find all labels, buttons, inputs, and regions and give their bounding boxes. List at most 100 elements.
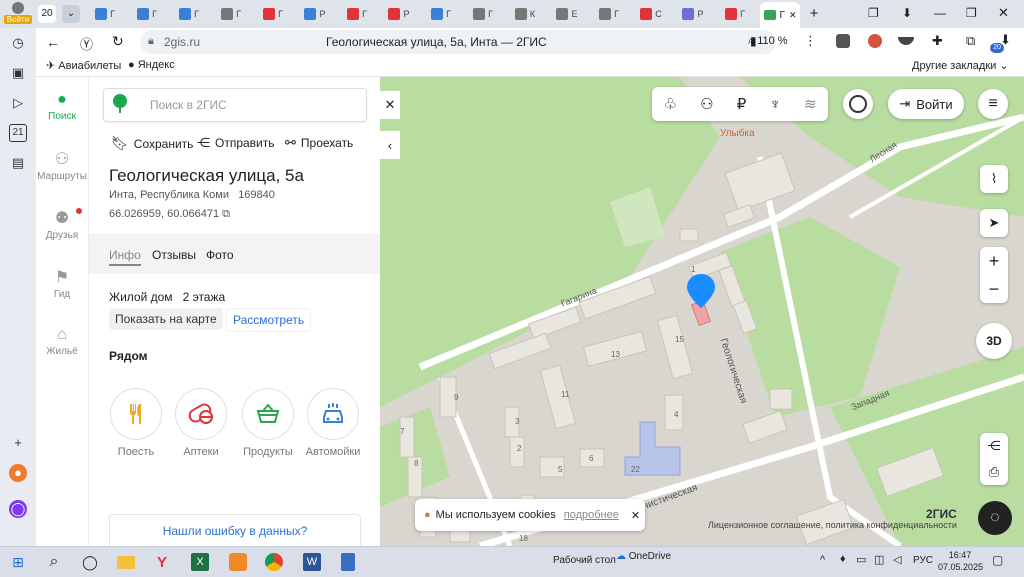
screenshot-icon[interactable]: ⧉ xyxy=(966,33,975,49)
notifications-icon[interactable]: ▢ xyxy=(992,553,1003,567)
save-button[interactable]: 🔖︎ Сохранить xyxy=(111,135,193,152)
word-icon[interactable]: W xyxy=(300,551,324,573)
yandex-y-icon[interactable]: Ⓨ xyxy=(80,34,93,53)
add-panel-icon[interactable]: + xyxy=(9,434,27,452)
browser-tab[interactable]: Г xyxy=(590,4,628,24)
3d-toggle-button[interactable]: 3D xyxy=(976,323,1012,359)
excel-icon[interactable]: X xyxy=(188,551,212,573)
report-error-link[interactable]: Нашли ошибку в данных? xyxy=(109,514,361,547)
chrome-icon[interactable] xyxy=(262,551,286,573)
browser-tab[interactable]: Г xyxy=(170,4,208,24)
cookie-more-link[interactable]: подробнее xyxy=(564,509,619,521)
place-label-ulybka[interactable]: Улыбка xyxy=(720,128,755,139)
collections-icon[interactable]: ❐ xyxy=(868,6,879,20)
nearby-eat[interactable]: Поесть xyxy=(106,388,166,458)
windows-start-icon[interactable]: ⊞ xyxy=(6,551,30,573)
search-input[interactable]: Поиск в 2ГИС xyxy=(103,88,367,122)
people-icon[interactable]: ⚇ xyxy=(700,95,713,113)
print-icon[interactable]: ⎙ xyxy=(989,464,999,480)
volume-icon[interactable]: ◁ xyxy=(893,553,901,566)
restore-button[interactable]: ❐ xyxy=(966,6,977,20)
alice-icon[interactable]: ◯ xyxy=(9,500,27,518)
browser-tab[interactable]: Р xyxy=(296,4,334,24)
apartment-icon[interactable]: ♆ xyxy=(769,96,780,113)
license-link[interactable]: Лицензионное соглашение, политика конфид… xyxy=(708,520,957,530)
my-location-arrow-icon[interactable]: ➤ xyxy=(980,209,1008,237)
tab-list-chevron-icon[interactable]: ⌄ xyxy=(62,5,80,23)
network-icon[interactable]: ◫ xyxy=(874,553,884,566)
browser-tab[interactable]: Г xyxy=(464,4,502,24)
onedrive-item[interactable]: ☁ OneDrive xyxy=(616,551,671,562)
profile-button[interactable]: Войти xyxy=(4,2,32,26)
route-button[interactable]: ⚯ Проехать xyxy=(285,135,353,151)
clock[interactable]: 16:47 07.05.2025 xyxy=(938,549,983,573)
ruble-icon[interactable]: ₽ xyxy=(737,95,747,113)
zoom-out-button[interactable]: − xyxy=(989,279,1000,300)
nearby-carwash[interactable]: Автомойки xyxy=(303,388,363,458)
close-window-button[interactable]: ✕ xyxy=(998,5,1009,21)
ruler-icon[interactable]: ⌇ xyxy=(980,165,1008,193)
rail-item-housing[interactable]: ⌂ Жильё xyxy=(36,326,88,357)
history-icon[interactable]: ◷ xyxy=(9,34,27,52)
rail-item-routes[interactable]: ⚇ Маршруты xyxy=(36,149,88,182)
browser-tab[interactable]: Г xyxy=(128,4,166,24)
share-map-icon[interactable]: ⋲ xyxy=(988,438,1001,454)
browser-tab[interactable]: Р xyxy=(674,4,712,24)
browser-tab[interactable]: Г xyxy=(86,4,124,24)
browser-tab[interactable]: Г xyxy=(254,4,292,24)
reload-icon[interactable]: ↻ xyxy=(112,33,124,50)
back-arrow-icon[interactable]: ← xyxy=(46,34,60,50)
app-21-icon[interactable]: 21 xyxy=(9,124,27,142)
mic-icon[interactable]: ♦ xyxy=(840,553,846,565)
cortana-icon[interactable]: ◯ xyxy=(78,551,102,573)
tray-chevron-icon[interactable]: ^ xyxy=(820,554,825,566)
consider-button[interactable]: Рассмотреть xyxy=(226,308,312,332)
tab-photo[interactable]: Фото xyxy=(206,248,234,262)
browser-tab[interactable]: Г xyxy=(716,4,754,24)
menu-hamburger-icon[interactable]: ≡ xyxy=(978,89,1008,119)
rail-item-friends[interactable]: ⚉ Друзья xyxy=(36,208,88,241)
coords-line[interactable]: 66.026959, 60.066471 ⧉ xyxy=(109,208,230,221)
yandex-browser-icon[interactable]: Y xyxy=(150,551,174,573)
minimize-button[interactable]: — xyxy=(934,6,946,20)
rail-item-search[interactable]: ● Поиск xyxy=(36,91,88,122)
browser-tab[interactable]: Г xyxy=(338,4,376,24)
downloads-icon[interactable]: ⬇ xyxy=(902,6,912,20)
layers-icon[interactable]: ≋ xyxy=(804,95,817,113)
close-panel-button[interactable]: ✕ xyxy=(380,91,400,119)
browser-tab[interactable]: Р xyxy=(380,4,418,24)
calculator-icon[interactable] xyxy=(336,551,360,573)
browser-tab[interactable]: С xyxy=(632,4,670,24)
cookie-close-icon[interactable]: ✕ xyxy=(631,509,640,522)
desktop-toolbar-label[interactable]: Рабочий стол xyxy=(553,555,616,566)
yandex-app-icon[interactable]: ● xyxy=(9,464,27,482)
user-avatar-button[interactable] xyxy=(843,89,873,119)
show-on-map-button[interactable]: Показать на карте xyxy=(109,308,223,330)
zoom-indicator[interactable]: ⌕ 110 % xyxy=(748,35,788,48)
browser-tab[interactable]: Г xyxy=(422,4,460,24)
nearby-groceries[interactable]: Продукты xyxy=(238,388,298,458)
collapse-panel-chevron-icon[interactable]: ‹ xyxy=(380,131,400,159)
browser-tab[interactable]: Г xyxy=(212,4,250,24)
language-indicator[interactable]: РУС xyxy=(913,555,933,566)
extensions-puzzle-icon[interactable]: ✚ xyxy=(932,33,943,49)
other-bookmarks[interactable]: Другие закладки ⌄ xyxy=(912,59,1009,72)
address-bar[interactable]: 🔒︎ 2gis.ru Геологическая улица, 5а, Инта… xyxy=(140,30,776,54)
close-tab-icon[interactable]: ✕ xyxy=(789,10,797,21)
browser-tab[interactable]: К xyxy=(506,4,544,24)
app-orange-icon[interactable] xyxy=(226,551,250,573)
battery-icon[interactable]: ▭ xyxy=(856,553,866,566)
login-button[interactable]: ⇥ Войти xyxy=(888,89,964,119)
tab-info[interactable]: Инфо xyxy=(109,248,141,266)
rail-item-guide[interactable]: ⚑ Гид xyxy=(36,267,88,300)
extension-shield-icon[interactable] xyxy=(836,34,850,48)
copy-icon[interactable]: ⧉ xyxy=(222,208,230,220)
tab-reviews[interactable]: Отзывы xyxy=(152,248,196,262)
tab-count-badge[interactable]: 20 xyxy=(38,5,56,23)
more-menu-icon[interactable]: ⋮ xyxy=(804,33,817,49)
extension-avatar-icon[interactable] xyxy=(868,34,882,48)
new-tab-button[interactable]: + xyxy=(805,5,823,23)
tree-icon[interactable]: ♧ xyxy=(664,95,677,113)
file-explorer-icon[interactable] xyxy=(114,551,138,573)
chat-bubble-icon[interactable]: ◌ xyxy=(978,501,1012,535)
